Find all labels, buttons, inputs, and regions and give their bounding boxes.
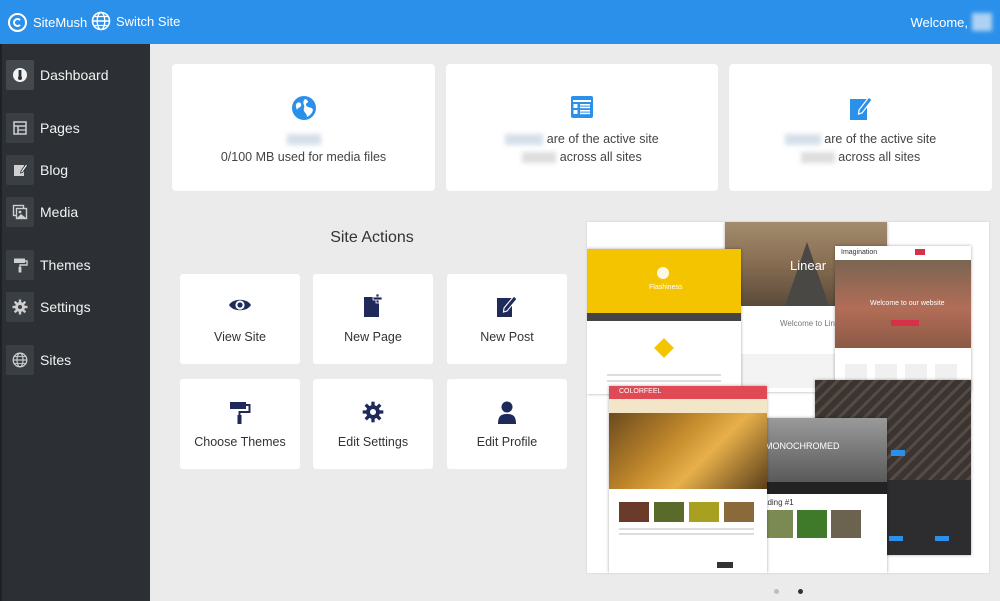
- sidebar-item-pages[interactable]: Pages: [6, 111, 150, 145]
- flashiness-logo-icon: [657, 267, 669, 279]
- sidebar-item-label: Themes: [40, 257, 91, 273]
- pages-icon: [6, 113, 34, 143]
- posts-active-text: are of the active site: [824, 132, 937, 146]
- paint-roller-icon: [6, 250, 34, 280]
- brand[interactable]: SiteMush: [8, 9, 87, 35]
- pages-stats-card: are of the active site across all sites: [446, 64, 718, 191]
- theme-imagination-preview: Imagination Welcome to our website: [835, 246, 971, 392]
- user-icon: [497, 401, 517, 425]
- theme-heading-text: ading #1: [763, 498, 794, 507]
- sidebar-item-media[interactable]: Media: [6, 195, 150, 229]
- action-label: View Site: [214, 330, 266, 344]
- action-label: Choose Themes: [194, 435, 286, 449]
- site-actions-title: Site Actions: [330, 229, 414, 246]
- theme-flashiness-preview: Flashiness: [587, 249, 741, 394]
- globe-icon: [6, 345, 34, 375]
- theme-monochromed-title: MONOCHROMED: [765, 441, 840, 451]
- theme-linear-title: Linear: [790, 258, 827, 273]
- sidebar-item-themes[interactable]: Themes: [6, 248, 150, 282]
- sidebar-item-dashboard[interactable]: Dashboard: [6, 58, 150, 92]
- gear-icon: [362, 401, 384, 423]
- theme-colorfeel-preview: COLORFEEL: [609, 386, 767, 573]
- paint-roller-icon: [229, 401, 251, 425]
- themes-preview-carousel[interactable]: Linear Welcome to Linear Imagination Wel…: [587, 222, 989, 573]
- sitemush-logo-icon: [8, 12, 27, 32]
- sidebar-item-blog[interactable]: Blog: [6, 153, 150, 187]
- eye-icon: [228, 296, 252, 314]
- globe-icon: [291, 95, 317, 124]
- edit-settings-button[interactable]: Edit Settings: [313, 379, 433, 469]
- carousel-dot-1[interactable]: [774, 589, 779, 594]
- sidebar-item-label: Media: [40, 204, 79, 220]
- user-name-redacted[interactable]: [972, 13, 992, 31]
- media-usage-card: 0/100 MB used for media files: [172, 64, 435, 191]
- switch-site-button[interactable]: Switch Site: [91, 11, 180, 31]
- redacted-value: [784, 134, 821, 146]
- sidebar-item-label: Settings: [40, 299, 91, 315]
- new-post-icon: [849, 95, 873, 124]
- new-page-button[interactable]: New Page: [313, 274, 433, 364]
- edit-profile-button[interactable]: Edit Profile: [447, 379, 567, 469]
- pages-active-text: are of the active site: [546, 132, 659, 146]
- action-label: New Post: [480, 330, 534, 344]
- choose-themes-button[interactable]: Choose Themes: [180, 379, 300, 469]
- top-bar: SiteMush Switch Site Welcome,: [0, 0, 1000, 44]
- sidebar-item-label: Blog: [40, 162, 69, 178]
- globe-icon: [91, 11, 111, 31]
- action-label: Edit Settings: [337, 435, 409, 449]
- leaves-image: [609, 413, 767, 489]
- sidebar-item-sites[interactable]: Sites: [6, 343, 150, 377]
- new-page-icon: [363, 294, 383, 318]
- redacted-value: [286, 134, 321, 146]
- redacted-value: [505, 134, 544, 146]
- carousel-dot-2[interactable]: [798, 589, 803, 594]
- carousel-pagination: [770, 587, 810, 597]
- brand-name: SiteMush: [33, 14, 88, 30]
- switch-site-label: Switch Site: [116, 13, 181, 29]
- sidebar-item-label: Pages: [40, 120, 80, 136]
- posts-stats-card: are of the active site across all sites: [729, 64, 992, 191]
- theme-monochromed-preview: MONOCHROMED ading #1: [757, 418, 887, 573]
- media-usage-text: 0/100 MB used for media files: [220, 150, 387, 164]
- view-site-button[interactable]: View Site: [180, 274, 300, 364]
- action-label: Edit Profile: [476, 435, 538, 449]
- action-label: New Page: [344, 330, 402, 344]
- sidebar: Dashboard Pages Blog Media Themes Settin…: [0, 44, 150, 601]
- dashboard-icon: [6, 60, 34, 90]
- new-post-button[interactable]: New Post: [447, 274, 567, 364]
- theme-flashiness-title: Flashiness: [649, 284, 683, 291]
- pages-grid-icon: [570, 95, 594, 122]
- blog-icon: [6, 155, 34, 185]
- sidebar-item-settings[interactable]: Settings: [6, 290, 150, 324]
- posts-all-text: across all sites: [838, 150, 921, 164]
- new-post-icon: [496, 294, 518, 318]
- media-icon: [6, 197, 34, 227]
- theme-imagination-welcome: Welcome to our website: [870, 300, 945, 307]
- theme-colorfeel-title: COLORFEEL: [619, 388, 662, 395]
- theme-imagination-title: Imagination: [841, 249, 878, 256]
- sidebar-item-label: Sites: [40, 352, 72, 368]
- redacted-value: [522, 152, 557, 164]
- welcome-text: Welcome,: [910, 15, 968, 30]
- gear-icon: [6, 292, 34, 322]
- sidebar-item-label: Dashboard: [40, 67, 109, 83]
- redacted-value: [800, 152, 835, 164]
- pages-all-text: across all sites: [559, 150, 642, 164]
